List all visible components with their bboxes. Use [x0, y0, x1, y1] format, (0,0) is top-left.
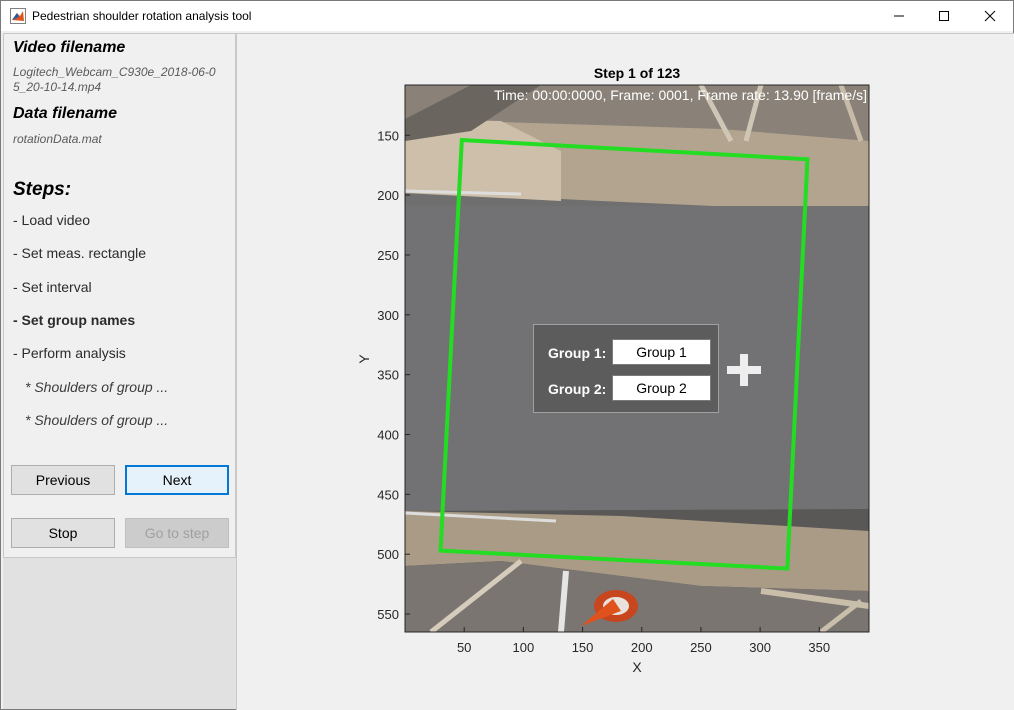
x-tick-label: 50: [457, 640, 471, 655]
x-tick-label: 250: [690, 640, 712, 655]
y-tick-label: 500: [377, 547, 399, 562]
group1-name-input[interactable]: [612, 339, 711, 365]
x-tick-label: 100: [513, 640, 535, 655]
y-tick-label: 450: [377, 487, 399, 502]
y-tick-label: 200: [377, 188, 399, 203]
y-tick-label: 350: [377, 368, 399, 383]
y-tick-label: 550: [377, 607, 399, 622]
x-tick-label: 350: [808, 640, 830, 655]
x-axis-label: X: [632, 659, 642, 675]
y-tick-label: 300: [377, 308, 399, 323]
group2-label: Group 2:: [548, 381, 607, 397]
app-window: Pedestrian shoulder rotation analysis to…: [0, 0, 1014, 710]
group2-name-input[interactable]: [612, 375, 711, 401]
x-tick-label: 150: [572, 640, 594, 655]
y-axis-label: Y: [356, 354, 372, 364]
group-names-box: Group 1: Group 2:: [533, 324, 719, 413]
y-tick-label: 150: [377, 128, 399, 143]
y-tick-label: 400: [377, 428, 399, 443]
x-tick-label: 300: [749, 640, 771, 655]
video-frame-plot: 50 100 150 200 250 300 350 150 200 250 300 350 400 4…: [356, 65, 870, 675]
group1-label: Group 1:: [548, 345, 607, 361]
y-tick-label: 250: [377, 248, 399, 263]
x-tick-label: 200: [631, 640, 653, 655]
frame-info-overlay: Time: 00:00:0000, Frame: 0001, Frame rat…: [494, 87, 867, 103]
plot-title: Step 1 of 123: [594, 65, 681, 81]
